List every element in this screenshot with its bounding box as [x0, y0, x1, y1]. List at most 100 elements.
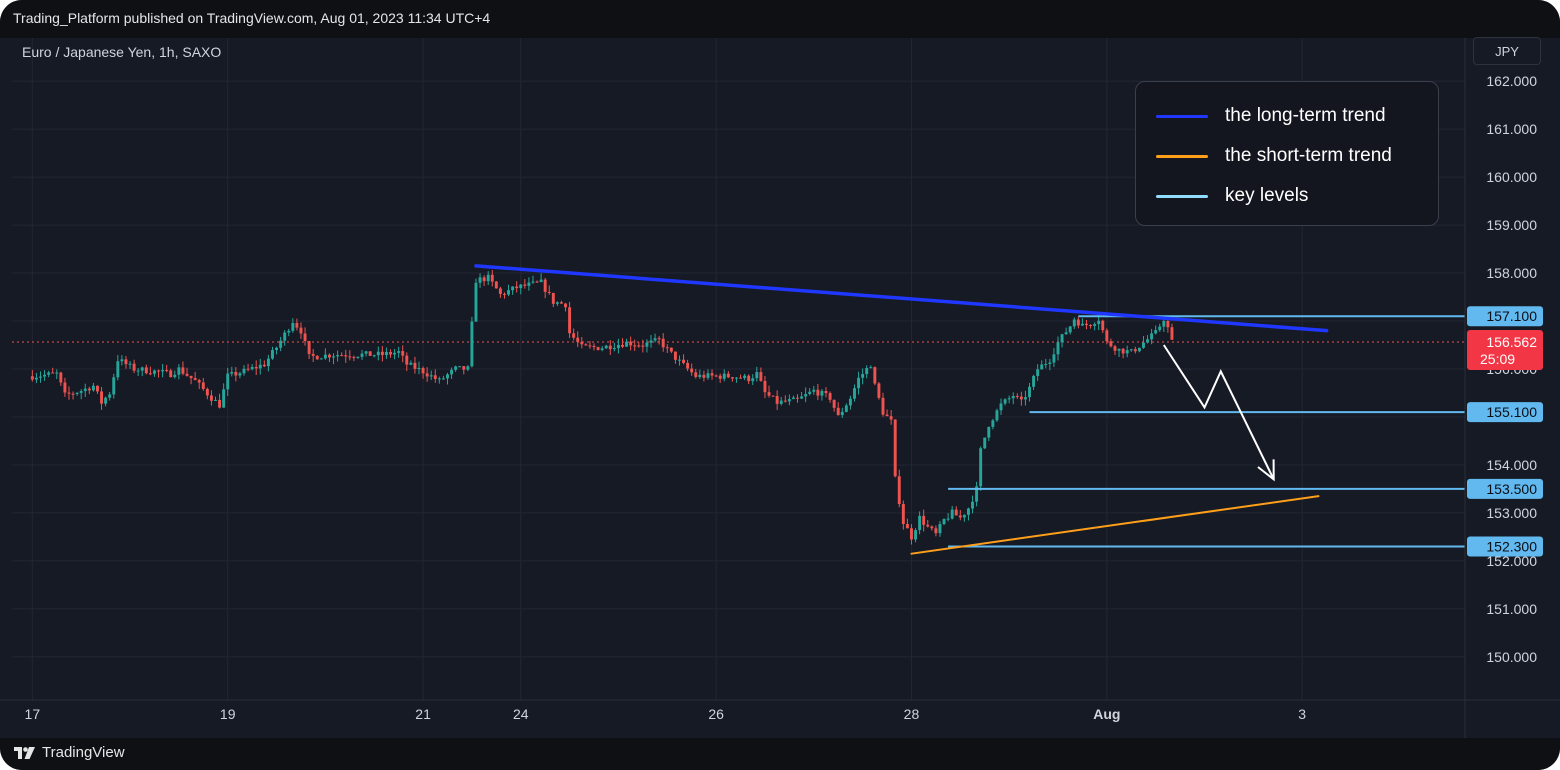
candle-body — [694, 372, 698, 377]
candle-body — [234, 371, 238, 376]
candle-body — [1097, 320, 1101, 325]
currency-button[interactable]: JPY — [1473, 37, 1541, 65]
candle-body — [1113, 346, 1117, 351]
candle-body — [1150, 333, 1154, 340]
candle-body — [401, 351, 405, 356]
candle-body — [1146, 339, 1150, 343]
candle-body — [971, 501, 974, 509]
candle-body — [991, 420, 995, 427]
candle-body — [266, 358, 270, 367]
price-tick-label: 150.000 — [1486, 649, 1537, 665]
candle-body — [364, 351, 368, 354]
candle-body — [393, 352, 397, 355]
candle-body — [486, 274, 490, 282]
candle-body — [511, 286, 515, 291]
candle-body — [193, 378, 197, 381]
candle-body — [132, 363, 136, 371]
candle-body — [303, 333, 307, 342]
candle-body — [507, 290, 511, 295]
candle-body — [222, 389, 226, 408]
legend-label-key-levels: key levels — [1225, 185, 1309, 206]
candle-body — [429, 375, 433, 377]
candle-body — [446, 374, 449, 379]
candle-body — [564, 303, 567, 308]
time-tick-label: 3 — [1298, 706, 1306, 722]
legend-item-long-term: the long-term trend — [1136, 96, 1438, 136]
candle-body — [686, 362, 690, 369]
legend-item-short-term: the short-term trend — [1136, 136, 1438, 176]
candle-body — [519, 284, 523, 289]
tradingview-brand[interactable]: TradingView — [14, 744, 125, 761]
candle-body — [161, 370, 165, 372]
candle-body — [218, 399, 222, 408]
candle-body — [34, 377, 38, 380]
candle-body — [209, 395, 213, 401]
candle-body — [405, 355, 409, 365]
time-tick-label: 17 — [25, 706, 41, 722]
candle-body — [258, 364, 262, 369]
key-level-price-label: 157.100 — [1486, 308, 1537, 324]
legend-label-short-term: the short-term trend — [1225, 145, 1392, 166]
candle-body — [572, 333, 576, 338]
candle-body — [356, 356, 360, 358]
candle-body — [726, 373, 730, 378]
candle-body — [759, 372, 763, 381]
candle-body — [352, 356, 356, 358]
candle-body — [1048, 362, 1052, 364]
candle-body — [1023, 397, 1027, 400]
candle-body — [1121, 348, 1125, 354]
candle-body — [1056, 342, 1060, 355]
candle-body — [661, 338, 665, 348]
candle-body — [283, 332, 287, 341]
candle-body — [734, 377, 738, 379]
candle-body — [983, 437, 987, 449]
price-tick-label: 158.000 — [1486, 265, 1537, 281]
candle-body — [71, 393, 75, 395]
price-tick-label: 154.000 — [1486, 457, 1537, 473]
candle-body — [527, 282, 531, 286]
candle-body — [958, 515, 962, 518]
candle-body — [901, 504, 905, 525]
candle-body — [1011, 396, 1015, 399]
candle-body — [718, 375, 722, 379]
candle-body — [63, 382, 67, 393]
candle-body — [824, 390, 828, 394]
candle-body — [409, 362, 413, 365]
candle-body — [714, 375, 718, 377]
candle-body — [185, 373, 189, 376]
candle-body — [665, 347, 669, 349]
candle-body — [584, 344, 588, 346]
candle-body — [775, 396, 779, 404]
candle-body — [1142, 342, 1145, 348]
candle-body — [157, 370, 160, 372]
key-level-price-label: 152.300 — [1486, 538, 1537, 554]
tradingview-logo-icon — [14, 746, 35, 759]
candle-body — [747, 375, 751, 382]
candle-body — [596, 347, 600, 350]
candle-body — [250, 367, 254, 370]
candle-body — [238, 373, 242, 376]
candle-body — [962, 514, 966, 518]
candle-body — [751, 378, 755, 382]
candle-body — [96, 385, 99, 392]
price-tick-label: 160.000 — [1486, 169, 1537, 185]
candle-body — [1028, 386, 1031, 398]
time-tick-label: 19 — [220, 706, 236, 722]
candle-body — [755, 372, 759, 379]
candle-body — [319, 358, 323, 360]
candle-body — [551, 292, 555, 304]
candle-body — [1162, 320, 1166, 327]
candle-body — [1093, 324, 1097, 326]
candle-body — [877, 383, 881, 398]
candle-body — [771, 395, 775, 397]
key-level-price-label: 153.500 — [1486, 481, 1537, 497]
candle-body — [848, 398, 852, 406]
candle-body — [673, 351, 677, 360]
candle-body — [181, 367, 185, 374]
legend-item-key-levels: key levels — [1136, 176, 1438, 216]
candle-body — [1019, 396, 1023, 400]
candle-body — [462, 366, 466, 370]
candle-body — [934, 528, 938, 534]
candle-body — [657, 338, 661, 340]
candle-body — [214, 399, 217, 401]
